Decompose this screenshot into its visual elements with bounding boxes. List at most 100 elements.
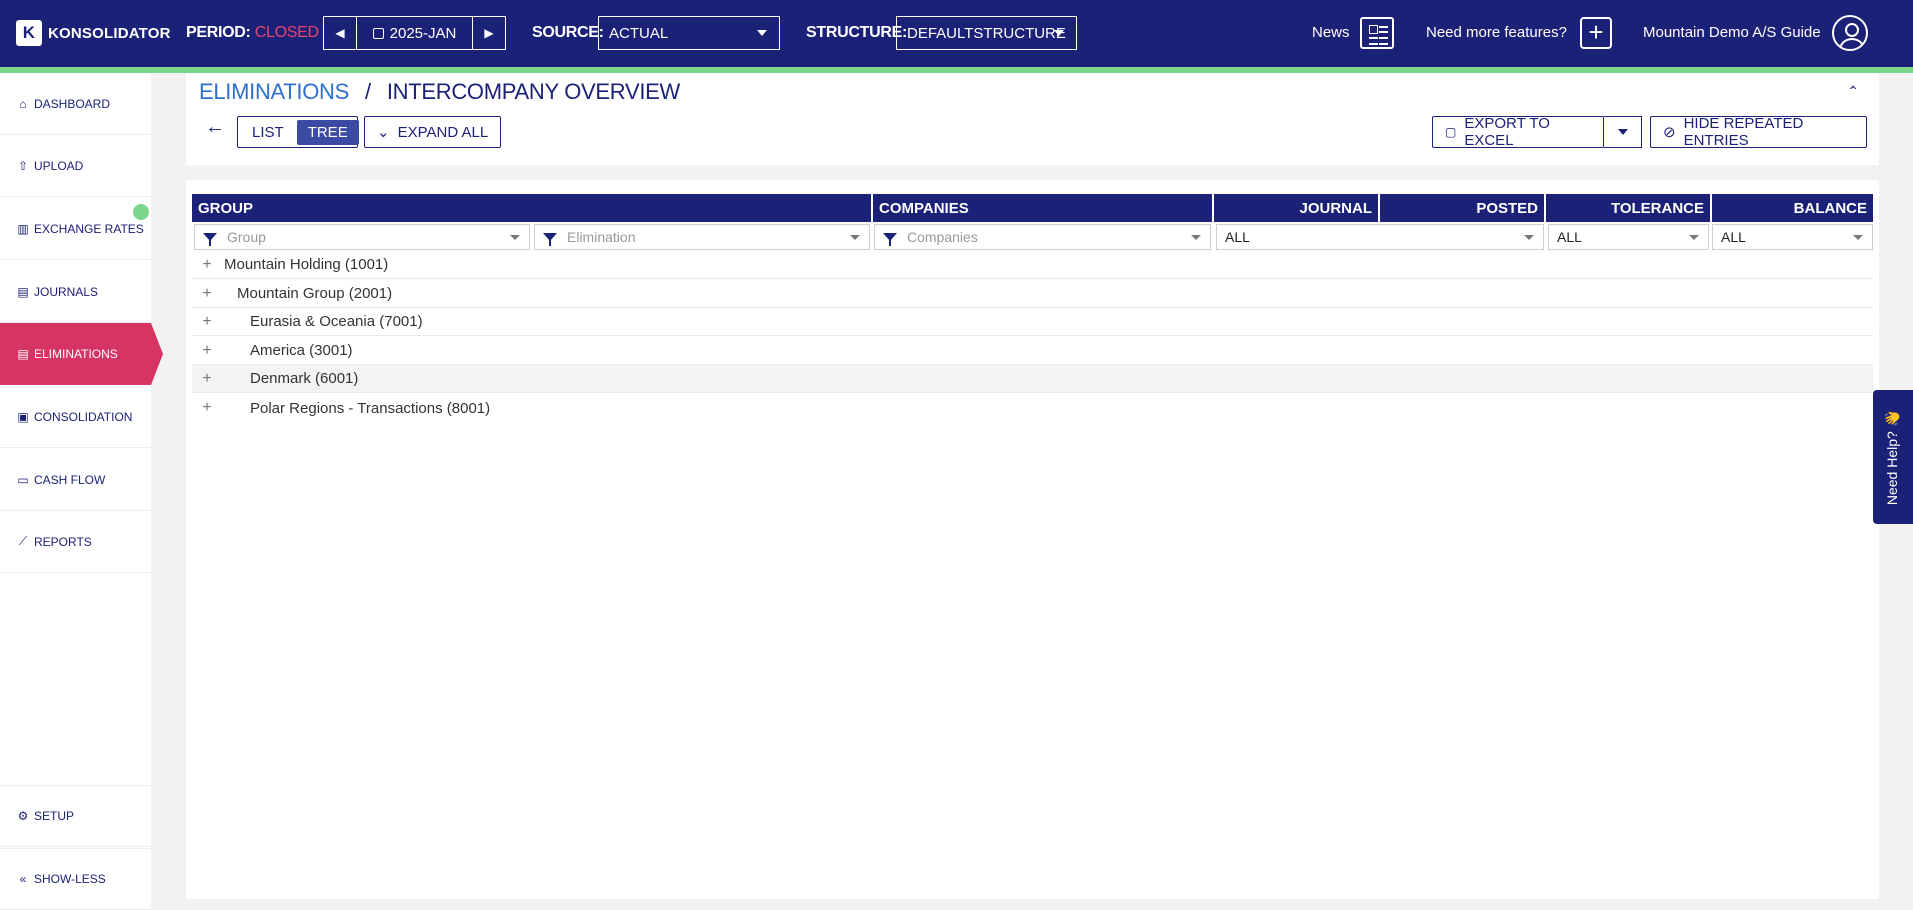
hide-repeated-button[interactable]: ⊘ HIDE REPEATED ENTRIES [1650, 115, 1867, 149]
sidebar-item-consolidation[interactable]: ▣ CONSOLIDATION [0, 386, 151, 448]
expand-row-icon[interactable]: + [192, 370, 222, 388]
sidebar-item-dashboard[interactable]: ⌂ DASHBOARD [0, 73, 151, 135]
sidebar-item-cash-flow[interactable]: ▭ CASH FLOW [0, 449, 151, 511]
page-title: INTERCOMPANY OVERVIEW [386, 79, 681, 104]
sidebar-item-eliminations[interactable]: ▤ ELIMINATIONS [0, 323, 163, 385]
sidebar-item-setup[interactable]: ⚙ SETUP [0, 785, 151, 847]
filter-icon [883, 233, 897, 246]
tree-row-label: Mountain Group (2001) [237, 285, 393, 302]
brand-logo[interactable]: K KONSOLIDATOR [16, 20, 171, 46]
sidebar-item-label: DASHBOARD [34, 96, 111, 111]
prev-period-button[interactable]: ◀ [324, 17, 356, 49]
journal-filter-value: ALL [1225, 229, 1250, 245]
tree-row[interactable]: + Eurasia & Oceania (7001) [192, 308, 1873, 336]
sidebar-item-label: JOURNALS [34, 284, 99, 299]
companies-filter[interactable]: Companies [874, 224, 1211, 250]
export-excel-button[interactable]: ▢ EXPORT TO EXCEL [1432, 115, 1604, 149]
tolerance-filter[interactable]: ALL [1548, 224, 1709, 250]
breadcrumb-eliminations-link[interactable]: ELIMINATIONS [199, 79, 349, 104]
user-name[interactable]: Mountain Demo A/S Guide [1643, 24, 1821, 41]
need-help-label: Need Help? 👋 [1884, 409, 1901, 505]
back-arrow-icon[interactable]: ← [205, 116, 225, 139]
chevron-down-icon [1689, 235, 1699, 240]
tree-row-label: America (3001) [250, 342, 353, 359]
structure-value: DEFAULTSTRUCTURE [907, 24, 1066, 42]
chevron-down-icon [757, 30, 767, 36]
chevron-up-icon[interactable]: ⌃ [1847, 83, 1859, 100]
tree-row-label: Denmark (6001) [250, 370, 359, 387]
chevron-down-icon [1617, 129, 1628, 135]
expand-all-button[interactable]: ⌄ EXPAND ALL [364, 116, 502, 148]
show-less-button[interactable]: « SHOW-LESS [0, 848, 151, 910]
chevron-down-icon [850, 235, 860, 240]
next-period-button[interactable]: ▶ [473, 17, 505, 49]
chevron-down-icon [1853, 235, 1863, 240]
export-options-button[interactable] [1604, 116, 1642, 148]
period-value-button[interactable]: 2025-JAN [356, 17, 473, 49]
calendar-icon [372, 27, 384, 39]
expand-row-icon[interactable]: + [192, 399, 222, 417]
tree-row[interactable]: + America (3001) [192, 337, 1873, 365]
sidebar-item-label: REPORTS [34, 534, 92, 549]
tree-row[interactable]: + Denmark (6001) [192, 365, 1873, 393]
export-label: EXPORT TO EXCEL [1464, 115, 1550, 149]
expand-row-icon[interactable]: + [192, 342, 222, 360]
tree-row[interactable]: + Mountain Group (2001) [192, 280, 1873, 308]
column-header-tolerance[interactable]: TOLERANCE [1546, 194, 1710, 222]
logo-icon: K [16, 20, 42, 46]
expand-row-icon[interactable]: + [192, 256, 222, 274]
tree-row[interactable]: + Polar Regions - Transactions (8001) [192, 394, 1873, 422]
elimination-filter-placeholder: Elimination [567, 229, 636, 245]
group-filter[interactable]: Group [194, 224, 530, 250]
eliminations-icon: ▤ [17, 347, 29, 361]
column-header-balance[interactable]: BALANCE [1712, 194, 1873, 222]
breadcrumb: ELIMINATIONS / INTERCOMPANY OVERVIEW [199, 79, 680, 105]
structure-label: STRUCTURE: [806, 24, 907, 41]
tree-row-label: Mountain Holding (1001) [224, 256, 389, 273]
source-select[interactable]: ACTUAL [598, 16, 780, 50]
journal-icon: ▤ [17, 284, 29, 299]
period-selector: ◀ 2025-JAN ▶ [323, 16, 506, 50]
cash-icon: ▭ [17, 472, 29, 487]
column-header-group[interactable]: GROUP [192, 194, 871, 222]
features-link[interactable]: Need more features? [1426, 24, 1567, 41]
sidebar-item-upload[interactable]: ⇧ UPLOAD [0, 135, 151, 197]
view-toggle: LIST TREE [237, 116, 359, 148]
sidebar-item-reports[interactable]: ⟋ REPORTS [0, 511, 151, 573]
column-header-posted[interactable]: POSTED [1380, 194, 1544, 222]
expand-icon: ⌄ [377, 124, 390, 141]
tree-row[interactable]: + Mountain Holding (1001) [192, 251, 1873, 279]
filter-icon [543, 233, 557, 246]
sidebar-item-label: SETUP [34, 809, 75, 823]
sidebar-item-journals[interactable]: ▤ JOURNALS [0, 261, 151, 323]
sidebar-item-label: UPLOAD [34, 158, 84, 173]
chevron-down-icon [1524, 235, 1534, 240]
eye-off-icon: ⊘ [1663, 124, 1676, 141]
chevron-down-icon [1054, 30, 1064, 36]
add-feature-icon[interactable]: + [1580, 17, 1612, 49]
journal-filter[interactable]: ALL [1216, 224, 1544, 250]
news-icon[interactable] [1360, 17, 1394, 49]
consolidation-icon: ▣ [17, 409, 29, 424]
balance-filter[interactable]: ALL [1712, 224, 1873, 250]
structure-select[interactable]: DEFAULTSTRUCTURE [896, 16, 1077, 50]
news-link[interactable]: News [1312, 24, 1350, 41]
tree-grid: GROUP COMPANIES JOURNAL POSTED TOLERANCE… [186, 180, 1879, 899]
sidebar-item-exchange-rates[interactable]: ▥ EXCHANGE RATES [0, 198, 151, 260]
list-view-button[interactable]: LIST [241, 120, 295, 145]
need-help-tab[interactable]: Need Help? 👋 [1873, 390, 1913, 524]
source-label: SOURCE: [532, 24, 604, 41]
gear-icon: ⚙ [17, 809, 29, 823]
tree-view-button[interactable]: TREE [296, 119, 359, 145]
tree-row-label: Polar Regions - Transactions (8001) [250, 399, 491, 417]
expand-row-icon[interactable]: + [192, 313, 222, 331]
user-avatar-icon[interactable] [1832, 15, 1868, 51]
column-header-companies[interactable]: COMPANIES [873, 194, 1212, 222]
brand-name: KONSOLIDATOR [48, 24, 171, 42]
companies-filter-placeholder: Companies [907, 229, 978, 245]
elimination-filter[interactable]: Elimination [534, 224, 870, 250]
hide-repeated-label: HIDE REPEATED ENTRIES [1683, 115, 1804, 149]
column-header-journal[interactable]: JOURNAL [1214, 194, 1378, 222]
expand-row-icon[interactable]: + [192, 285, 222, 303]
upload-icon: ⇧ [17, 158, 29, 173]
